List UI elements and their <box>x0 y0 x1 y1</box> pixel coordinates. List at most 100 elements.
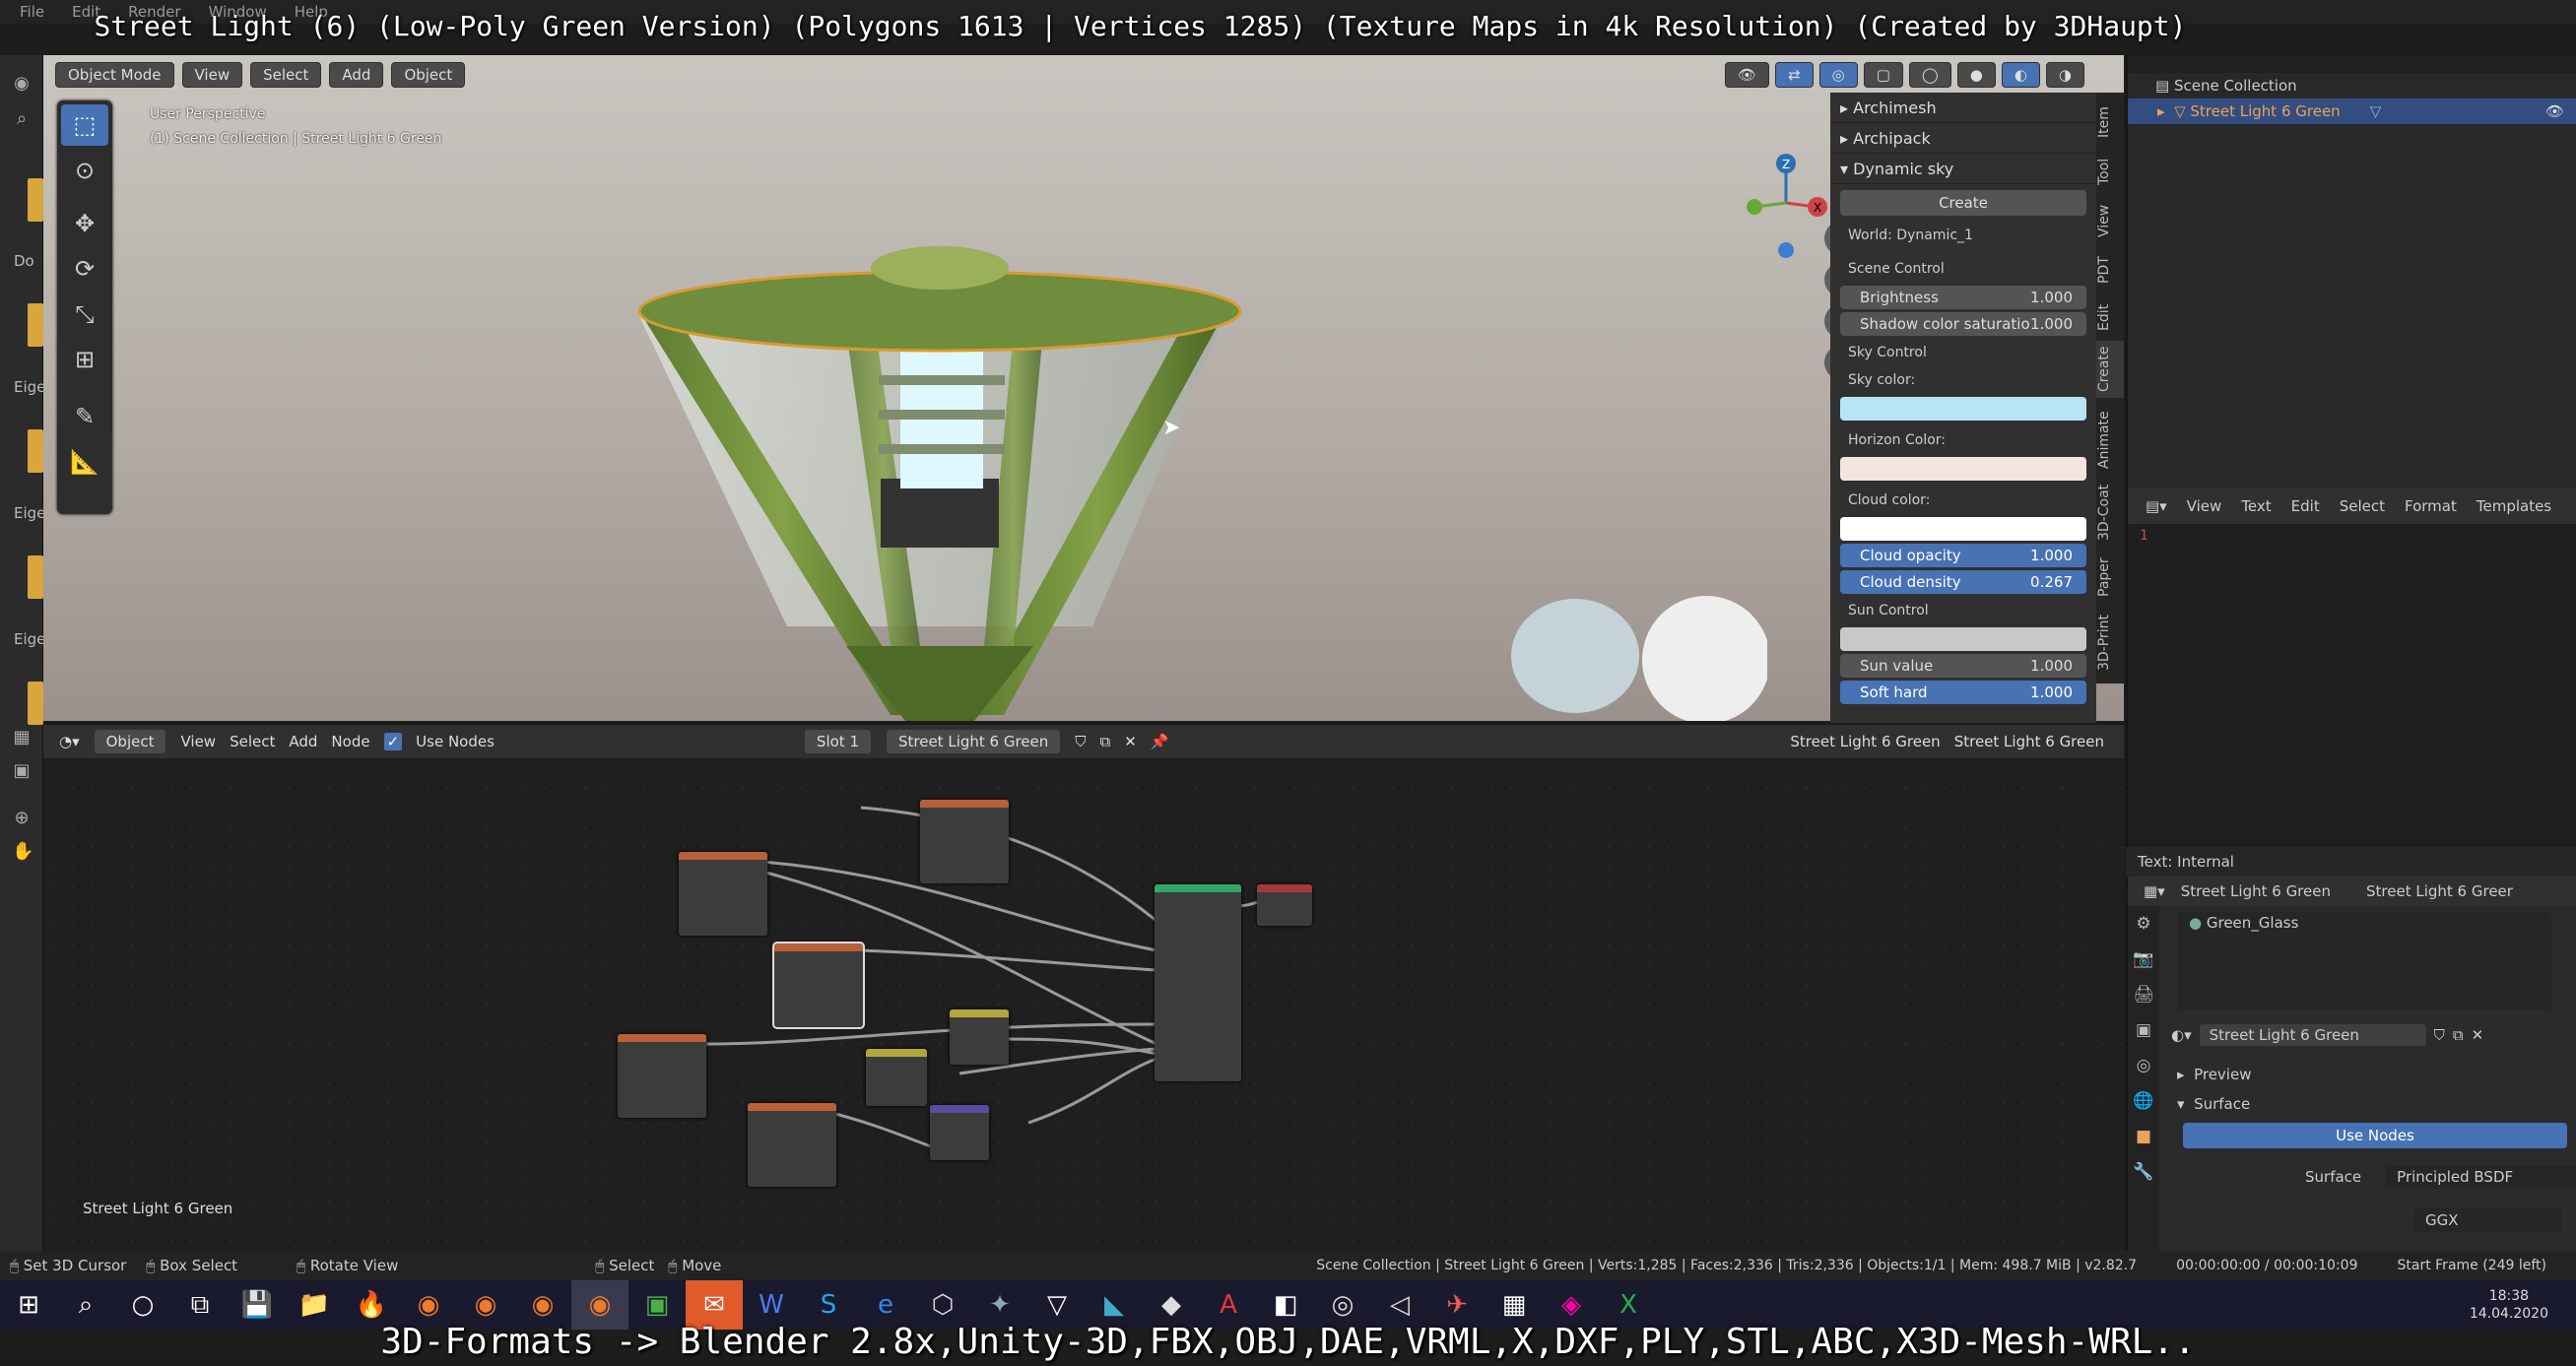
tab-3d-print[interactable]: 3D-Print <box>2096 609 2124 678</box>
image-icon[interactable]: ▣ <box>12 760 32 781</box>
edit-menu[interactable]: Edit <box>2291 497 2320 515</box>
measure-icon[interactable]: 📐 <box>61 441 108 483</box>
material-shading-icon[interactable]: ◐ <box>2001 62 2040 88</box>
rendered-shading-icon[interactable]: ◑ <box>2045 62 2084 88</box>
create-button[interactable]: Create <box>1840 190 2086 216</box>
tool-tab-icon[interactable]: ⚙ <box>2128 906 2159 942</box>
cursor-icon[interactable]: ⊙ <box>61 150 108 191</box>
image-texture-node[interactable] <box>772 942 865 1029</box>
scene-tab-icon[interactable]: ◎ <box>2128 1048 2159 1083</box>
node-menu[interactable]: Node <box>331 733 369 750</box>
cloud-opacity-field[interactable]: Cloud opacity 1.000 <box>1840 544 2086 567</box>
transform-icon[interactable]: ⊞ <box>61 339 108 380</box>
view-layer-tab-icon[interactable]: ▣ <box>2128 1012 2159 1048</box>
use-nodes-checkbox-icon[interactable]: ✓ <box>383 733 403 750</box>
outliner-item-street-light[interactable]: ▸ ▽ Street Light 6 Green ▽ 👁 <box>2128 98 2576 124</box>
street-light-model[interactable] <box>595 183 1285 721</box>
fake-user-icon[interactable]: ⛉ <box>2434 1026 2445 1044</box>
scale-icon[interactable]: ⤡ <box>61 293 108 335</box>
slot-dropdown[interactable]: Slot 1 <box>803 729 872 754</box>
annotate-icon[interactable]: ✎ <box>61 396 108 437</box>
select-box-icon[interactable]: ⬚ <box>61 104 108 146</box>
add-menu[interactable]: Add <box>329 62 384 88</box>
sky-color-swatch[interactable] <box>1840 397 2086 421</box>
editor-type-icon[interactable]: ◔▾ <box>59 733 80 750</box>
cloud-color-swatch[interactable] <box>1840 517 2086 541</box>
sun-color-swatch[interactable] <box>1840 627 2086 651</box>
material-slot-item[interactable]: ● Green_Glass <box>2177 912 2551 934</box>
image-texture-node[interactable] <box>920 800 1009 883</box>
mix-node[interactable] <box>950 1009 1009 1065</box>
mix-node[interactable] <box>866 1049 927 1106</box>
tab-pdt[interactable]: PDT <box>2096 250 2124 290</box>
world-tab-icon[interactable]: 🌐 <box>2128 1083 2159 1119</box>
sun-value-field[interactable]: Sun value 1.000 <box>1840 654 2086 678</box>
solid-shading-icon[interactable]: ● <box>1956 62 1996 88</box>
pin-icon[interactable]: 📌 <box>1151 733 1169 750</box>
tab-edit[interactable]: Edit <box>2096 297 2124 337</box>
view-menu[interactable]: View <box>2187 497 2222 515</box>
text-menu[interactable]: Text <box>2241 497 2271 515</box>
render-tab-icon[interactable]: 📷 <box>2128 942 2159 977</box>
horizon-color-swatch[interactable] <box>1840 457 2086 481</box>
copy-icon[interactable]: ⧉ <box>2453 1026 2464 1044</box>
tab-create[interactable]: Create <box>2096 341 2124 398</box>
object-data-label[interactable]: Street Light 6 Green <box>1954 733 2104 750</box>
brightness-field[interactable]: Brightness 1.000 <box>1840 286 2086 309</box>
editor-type-icon[interactable]: ▤▾ <box>2146 497 2167 515</box>
editor-type-icon[interactable]: ▦ <box>12 727 32 748</box>
copy-icon[interactable]: ⧉ <box>1100 733 1111 750</box>
panel-dynamic-sky[interactable]: ▾ Dynamic sky <box>1830 154 2096 184</box>
file-icon[interactable] <box>28 555 43 599</box>
3d-viewport[interactable]: Object Mode View Select Add Object 👁 ⇄ ◎… <box>43 55 2124 721</box>
cloud-density-field[interactable]: Cloud density 0.267 <box>1840 570 2086 594</box>
visibility-eye-icon[interactable]: 👁 <box>2545 102 2564 120</box>
fake-user-icon[interactable]: ⛉ <box>1075 733 1086 750</box>
principled-bsdf-node[interactable] <box>1155 884 1241 1081</box>
view-menu[interactable]: View <box>181 62 243 88</box>
file-icon[interactable] <box>28 682 43 725</box>
material-browse-icon[interactable]: ◐▾ <box>2171 1026 2192 1044</box>
visibility-icon[interactable]: 👁 <box>1725 62 1770 88</box>
panel-archimesh[interactable]: ▸ Archimesh <box>1830 93 2096 123</box>
surface-panel-header[interactable]: ▾ Surface <box>2177 1091 2250 1117</box>
wireframe-shading-icon[interactable]: ◯ <box>1908 62 1951 88</box>
file-icon[interactable] <box>28 429 43 473</box>
scene-collection-row[interactable]: ▤ Scene Collection <box>2128 73 2576 98</box>
tab-tool[interactable]: Tool <box>2096 152 2124 191</box>
file-icon[interactable] <box>28 178 43 222</box>
file-icon[interactable] <box>28 303 43 347</box>
tab-3d-coat[interactable]: 3D-Coat <box>2096 479 2124 546</box>
tab-item[interactable]: Item <box>2096 102 2124 142</box>
use-nodes-button[interactable]: Use Nodes <box>2183 1123 2567 1148</box>
tab-paper[interactable]: Paper <box>2096 550 2124 605</box>
image-texture-node[interactable] <box>679 852 767 936</box>
image-texture-node[interactable] <box>748 1103 836 1187</box>
normal-map-node[interactable] <box>930 1105 989 1160</box>
overlay-toggle-icon[interactable]: ◎ <box>1818 62 1858 88</box>
preview-panel-header[interactable]: ▸ Preview <box>2177 1062 2251 1087</box>
select-menu[interactable]: Select <box>250 62 322 88</box>
material-output-node[interactable] <box>1257 884 1312 926</box>
object-menu[interactable]: Object <box>391 62 466 88</box>
close-icon[interactable]: ✕ <box>1124 733 1137 750</box>
object-tab-icon[interactable]: ■ <box>2128 1119 2159 1154</box>
move-icon[interactable]: ✥ <box>61 203 108 244</box>
tab-animate[interactable]: Animate <box>2096 406 2124 475</box>
rotate-icon[interactable]: ⟳ <box>61 248 108 290</box>
templates-menu[interactable]: Templates <box>2477 497 2551 515</box>
distribution-dropdown[interactable]: GGX <box>2413 1207 2561 1233</box>
modifier-tab-icon[interactable]: 🔧 <box>2128 1154 2159 1190</box>
gizmo-toggle-icon[interactable]: ⇄ <box>1775 62 1814 88</box>
hand-icon[interactable]: ✋ <box>12 841 33 862</box>
object-label[interactable]: Street Light 6 Green <box>1790 733 1940 750</box>
zoom-icon[interactable]: ⊕ <box>12 808 32 828</box>
material-slot-list[interactable]: ● Green_Glass <box>2177 912 2551 1010</box>
add-menu[interactable]: Add <box>289 733 317 750</box>
tab-view[interactable]: View <box>2096 201 2124 240</box>
material-name-field[interactable]: Street Light 6 Green <box>2199 1024 2426 1046</box>
shadow-saturation-field[interactable]: Shadow color saturatio 1.000 <box>1840 312 2086 336</box>
select-menu[interactable]: Select <box>2340 497 2385 515</box>
view-menu[interactable]: View <box>180 733 216 750</box>
soft-hard-field[interactable]: Soft hard 1.000 <box>1840 681 2086 704</box>
